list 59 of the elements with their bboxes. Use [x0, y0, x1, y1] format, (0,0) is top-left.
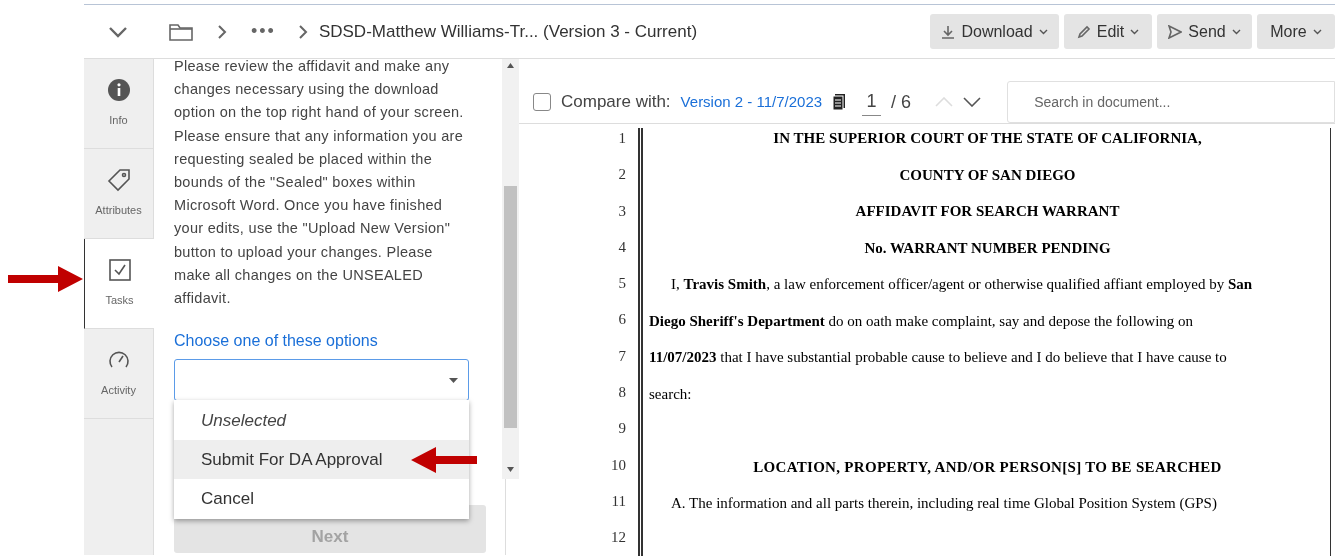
chevron-down-icon[interactable] — [108, 25, 128, 38]
document-text: A. The information and all parts therein, including real time Global Position System (GPS) — [670, 494, 1218, 513]
document-text: 11/07/2023 that I have substantial probable cause to believe and I do believe that I have cause to — [649, 348, 1228, 367]
tag-icon — [106, 168, 131, 193]
line-number: 12 — [611, 528, 626, 548]
document-icon — [832, 93, 847, 111]
line-number: 11 — [611, 491, 626, 511]
document-text: I, Travis Smith, a law enforcement officer/agent or otherwise qualified affiant employed by San — [670, 275, 1254, 294]
version-link[interactable]: Version 2 - 11/7/2023 — [680, 90, 823, 114]
caret-icon — [1038, 28, 1048, 35]
edit-button[interactable]: Edit — [1064, 14, 1152, 49]
folder-icon[interactable] — [169, 22, 193, 41]
document-heading: No. WARRANT NUMBER PENDING — [863, 238, 1112, 258]
chevron-down-icon[interactable] — [963, 97, 982, 107]
send-button[interactable]: Send — [1157, 14, 1252, 49]
line-number: 4 — [618, 237, 626, 257]
dropdown-option[interactable]: Submit For DA Approval — [174, 440, 469, 479]
side-tab[interactable]: Tasks — [84, 239, 154, 329]
document-heading: IN THE SUPERIOR COURT OF THE STATE OF CALIFORNIA, — [772, 129, 1203, 148]
line-number: 7 — [618, 346, 626, 366]
line-number: 2 — [618, 165, 626, 185]
document-heading: LOCATION, PROPERTY, AND/OR PERSON[S] TO BE SEARCHED — [752, 457, 1223, 477]
dropdown-option[interactable]: Cancel — [174, 479, 469, 518]
breadcrumb-more[interactable]: ••• — [251, 18, 276, 45]
checkbox-icon — [107, 258, 132, 283]
info-icon — [106, 78, 131, 103]
compare-label: Compare with: — [561, 91, 671, 114]
chevron-right-icon — [297, 23, 308, 40]
document-title: SDSD-Matthew Williams-Tr... (Version 3 - Current) — [318, 20, 698, 43]
caret-icon — [1312, 28, 1322, 35]
line-number: 8 — [618, 383, 626, 403]
download-icon — [941, 24, 956, 39]
line-number: 6 — [618, 310, 626, 330]
instructions-text: Please review the affidavit and make any changes necessary using the download option on the top right hand of your screen. Please ensure that any information you are requesting sealed be placed within the bounds of the "Sealed" boxes within Microsoft Word. Once you have finished your edits, use the "Upload New Version" button to upload your changes. Please make all changes on the UNSEALED affidavit. — [174, 57, 465, 309]
options-label: Choose one of these options — [174, 331, 379, 352]
line-number: 3 — [618, 201, 626, 221]
line-number: 1 — [618, 129, 626, 148]
scrollbar[interactable] — [502, 59, 519, 479]
download-button[interactable]: Download — [930, 14, 1059, 49]
document-heading: AFFIDAVIT FOR SEARCH WARRANT — [854, 202, 1121, 221]
document-text: search: — [649, 384, 693, 404]
line-number: 10 — [611, 455, 626, 475]
compare-checkbox[interactable] — [533, 93, 551, 111]
document-heading: COUNTY OF SAN DIEGO — [898, 165, 1077, 185]
chevron-right-icon — [217, 23, 227, 40]
send-icon — [1168, 24, 1183, 39]
caret-icon — [1130, 28, 1140, 35]
search-field[interactable]: Search in document... — [1007, 81, 1335, 123]
page-total: / 6 — [891, 90, 912, 114]
line-number: 9 — [618, 419, 626, 439]
line-number: 5 — [618, 274, 626, 294]
annotation-arrow — [411, 447, 477, 473]
page-number-field[interactable]: 1 — [862, 88, 882, 116]
document-text: Diego Sheriff's Department do on oath make complaint, say and depose the following on — [649, 311, 1195, 331]
dropdown-option[interactable]: Unselected — [174, 401, 469, 440]
caret-icon — [449, 377, 458, 383]
pencil-icon — [1076, 24, 1091, 39]
more-button[interactable]: More — [1257, 14, 1335, 49]
caret-icon — [1231, 28, 1241, 35]
